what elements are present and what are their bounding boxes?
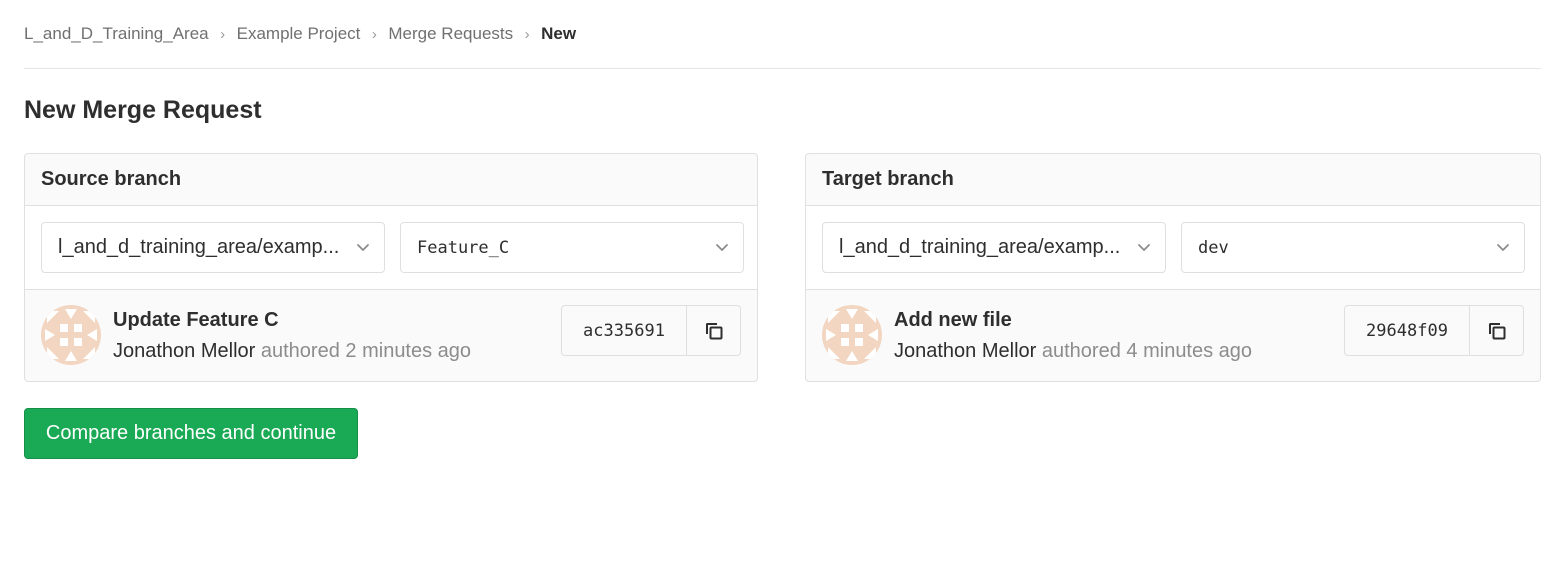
- chevron-down-icon: [1138, 244, 1150, 251]
- chevron-down-icon: [716, 244, 728, 251]
- commit-meta: Jonathon Mellor authored 4 minutes ago: [894, 340, 1252, 363]
- avatar: [41, 305, 101, 365]
- commit-authored-label: authored: [1041, 340, 1121, 362]
- page: L_and_D_Training_Area › Example Project …: [0, 0, 1555, 564]
- commit-sha-group: ac335691: [561, 305, 741, 356]
- target-branch-value: dev: [1198, 237, 1229, 258]
- header-divider: [24, 68, 1541, 69]
- source-branch-header: Source branch: [25, 154, 757, 206]
- commit-sha-group: 29648f09: [1344, 305, 1524, 356]
- target-project-value: l_and_d_training_area/examp...: [839, 236, 1121, 258]
- chevron-down-icon: [357, 244, 369, 251]
- avatar: [822, 305, 882, 365]
- source-branch-panel: Source branch l_and_d_training_area/exam…: [24, 153, 758, 382]
- page-title: New Merge Request: [24, 96, 262, 124]
- commit-title[interactable]: Update Feature C: [113, 309, 279, 332]
- breadcrumb-item-project[interactable]: Example Project: [237, 24, 361, 44]
- breadcrumb: L_and_D_Training_Area › Example Project …: [24, 22, 576, 46]
- target-branch-dropdown[interactable]: dev: [1181, 222, 1525, 273]
- commit-sha[interactable]: ac335691: [562, 306, 687, 355]
- breadcrumb-item-current[interactable]: New: [541, 24, 576, 44]
- source-branch-dropdown[interactable]: Feature_C: [400, 222, 744, 273]
- chevron-right-icon: ›: [524, 25, 530, 43]
- chevron-right-icon: ›: [220, 25, 226, 43]
- commit-authored-label: authored: [260, 340, 340, 362]
- source-project-value: l_and_d_training_area/examp...: [58, 236, 340, 258]
- identicon-avatar: [41, 305, 101, 365]
- commit-sha[interactable]: 29648f09: [1345, 306, 1470, 355]
- commit-author[interactable]: Jonathon Mellor: [113, 340, 255, 362]
- commit-author[interactable]: Jonathon Mellor: [894, 340, 1036, 362]
- copy-sha-button[interactable]: [1470, 306, 1523, 355]
- commit-time: 2 minutes ago: [345, 340, 472, 362]
- source-branch-selectors: l_and_d_training_area/examp... Feature_C: [25, 206, 757, 290]
- target-branch-panel: Target branch l_and_d_training_area/exam…: [805, 153, 1541, 382]
- chevron-right-icon: ›: [371, 25, 377, 43]
- copy-icon: [1488, 322, 1505, 339]
- copy-icon: [705, 322, 722, 339]
- breadcrumb-item-group[interactable]: L_and_D_Training_Area: [24, 24, 209, 44]
- target-commit: Add new file Jonathon Mellor authored 4 …: [806, 290, 1540, 381]
- commit-title[interactable]: Add new file: [894, 309, 1012, 332]
- target-branch-selectors: l_and_d_training_area/examp... dev: [806, 206, 1540, 290]
- target-branch-header: Target branch: [806, 154, 1540, 206]
- copy-sha-button[interactable]: [687, 306, 740, 355]
- source-branch-value: Feature_C: [417, 237, 510, 258]
- commit-time: 4 minutes ago: [1126, 340, 1253, 362]
- identicon-avatar: [822, 305, 882, 365]
- source-commit: Update Feature C Jonathon Mellor authore…: [25, 290, 757, 381]
- target-project-dropdown[interactable]: l_and_d_training_area/examp...: [822, 222, 1166, 273]
- breadcrumb-item-merge-requests[interactable]: Merge Requests: [388, 24, 513, 44]
- source-project-dropdown[interactable]: l_and_d_training_area/examp...: [41, 222, 385, 273]
- compare-branches-button[interactable]: Compare branches and continue: [24, 408, 358, 459]
- commit-meta: Jonathon Mellor authored 2 minutes ago: [113, 340, 471, 363]
- chevron-down-icon: [1497, 244, 1509, 251]
